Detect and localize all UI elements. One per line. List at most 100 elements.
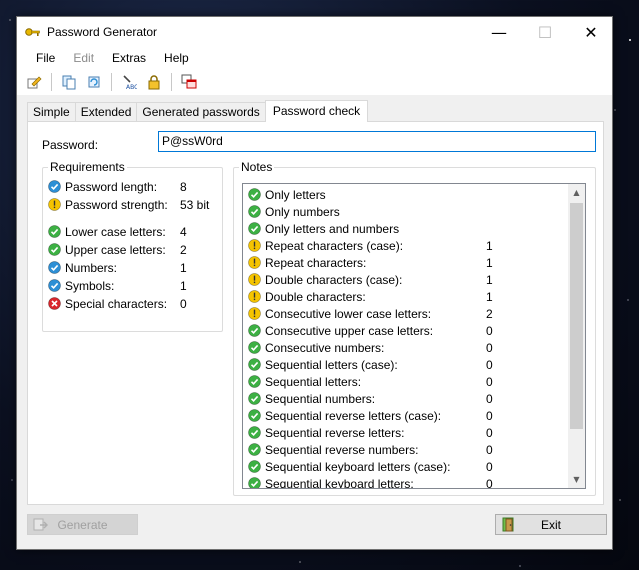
tab-password-check[interactable]: Password check [264,100,369,122]
warning-circle-icon [48,198,61,211]
note-label: Only letters [265,187,326,202]
note-row[interactable]: Double characters (case): 1 [248,271,568,288]
check-circle-icon [48,243,61,256]
toolbar: ABC [17,68,612,96]
menu-help[interactable]: Help [155,48,198,68]
note-value: 0 [486,340,493,355]
requirement-label: Password length: [65,179,158,194]
requirement-label: Symbols: [65,278,115,293]
error-circle-icon [48,297,61,310]
note-label: Sequential reverse numbers: [265,442,419,457]
check-circle-icon [248,222,261,235]
scroll-up-icon[interactable]: ▲ [568,184,585,201]
notes-group: Notes Only letters Only numbers Only lette… [233,160,596,496]
note-label: Sequential keyboard letters: [265,476,414,489]
check-circle-icon [248,477,261,488]
password-input[interactable]: P@ssW0rd [158,131,596,152]
note-row[interactable]: Only numbers [248,203,568,220]
note-value: 0 [486,476,493,489]
exit-button[interactable]: Exit [495,514,607,535]
close-button[interactable]: ✕ [568,17,614,48]
menu-file[interactable]: File [27,48,64,68]
info-check-circle-icon [48,279,61,292]
check-circle-icon [248,392,261,405]
toolbar-separator [51,72,52,91]
warning-circle-icon [248,307,261,320]
note-row[interactable]: Consecutive upper case letters: 0 [248,322,568,339]
warning-circle-icon [248,290,261,303]
requirement-value: 8 [180,179,187,194]
note-value: 0 [486,374,493,389]
app-window: Password Generator — ☐ ✕ File Edit Extra… [16,16,613,550]
note-value: 2 [486,306,493,321]
note-row[interactable]: Sequential keyboard letters: 0 [248,475,568,489]
menu-extras[interactable]: Extras [103,48,155,68]
generate-button[interactable]: Generate [27,514,138,535]
note-row[interactable]: Sequential reverse letters: 0 [248,424,568,441]
copy-icon[interactable] [58,71,80,93]
note-value: 0 [486,357,493,372]
requirement-row: Numbers: 1 [48,259,218,276]
tab-extended[interactable]: Extended [74,102,138,122]
lock-icon[interactable] [143,71,165,93]
scroll-down-icon[interactable]: ▼ [568,471,585,488]
requirement-row: Lower case letters: 4 [48,223,218,240]
scroll-thumb[interactable] [570,203,583,429]
app-key-icon [25,25,41,39]
note-value: 1 [486,289,493,304]
note-row[interactable]: Sequential reverse letters (case): 0 [248,407,568,424]
generate-icon [33,517,49,532]
note-label: Consecutive upper case letters: [265,323,434,338]
note-value: 0 [486,442,493,457]
check-circle-icon [248,324,261,337]
check-circle-icon [248,341,261,354]
notes-scrollbar[interactable]: ▲ ▼ [568,184,585,488]
note-row[interactable]: Sequential keyboard letters (case): 0 [248,458,568,475]
windows-icon[interactable] [178,71,200,93]
notes-title: Notes [239,160,275,174]
note-row[interactable]: Sequential letters: 0 [248,373,568,390]
note-row[interactable]: Consecutive lower case letters: 2 [248,305,568,322]
check-circle-icon [248,205,261,218]
minimize-button[interactable]: — [476,17,522,48]
note-label: Sequential numbers: [265,391,376,406]
svg-text:ABC: ABC [126,84,137,90]
note-label: Sequential letters: [265,374,362,389]
requirement-row: Password length: 8 [48,178,218,195]
note-label: Only numbers [265,204,340,219]
tab-simple[interactable]: Simple [27,102,76,122]
requirement-value: 2 [180,242,187,257]
requirement-label: Special characters: [65,296,168,311]
requirements-group: Requirements Password length: 8 Password s… [42,160,223,332]
menu-edit[interactable]: Edit [64,48,103,68]
note-row[interactable]: Only letters [248,186,568,203]
note-row[interactable]: Sequential numbers: 0 [248,390,568,407]
note-label: Double characters (case): [265,272,403,287]
check-circle-icon [248,358,261,371]
note-row[interactable]: Sequential letters (case): 0 [248,356,568,373]
check-circle-icon [248,460,261,473]
note-value: 0 [486,425,493,440]
note-row[interactable]: Sequential reverse numbers: 0 [248,441,568,458]
notes-list[interactable]: Only letters Only numbers Only letters and… [242,183,586,489]
note-row[interactable]: Double characters: 1 [248,288,568,305]
note-label: Sequential reverse letters (case): [265,408,442,423]
password-label: Password: [42,138,99,152]
note-value: 0 [486,323,493,338]
tab-generated-passwords[interactable]: Generated passwords [136,102,266,122]
toolbar-separator [111,72,112,91]
title-bar[interactable]: Password Generator — ☐ ✕ [17,17,612,48]
note-row[interactable]: Repeat characters: 1 [248,254,568,271]
note-row[interactable]: Repeat characters (case): 1 [248,237,568,254]
maximize-button[interactable]: ☐ [522,17,568,48]
edit-icon[interactable] [23,71,45,93]
note-label: Repeat characters: [265,255,367,270]
requirement-label: Password strength: [65,197,168,212]
spellcheck-icon[interactable]: ABC [118,71,140,93]
menu-bar: File Edit Extras Help [17,48,612,68]
note-row[interactable]: Consecutive numbers: 0 [248,339,568,356]
note-row[interactable]: Only letters and numbers [248,220,568,237]
requirement-label: Numbers: [65,260,118,275]
refresh-icon[interactable] [83,71,105,93]
note-label: Consecutive lower case letters: [265,306,432,321]
